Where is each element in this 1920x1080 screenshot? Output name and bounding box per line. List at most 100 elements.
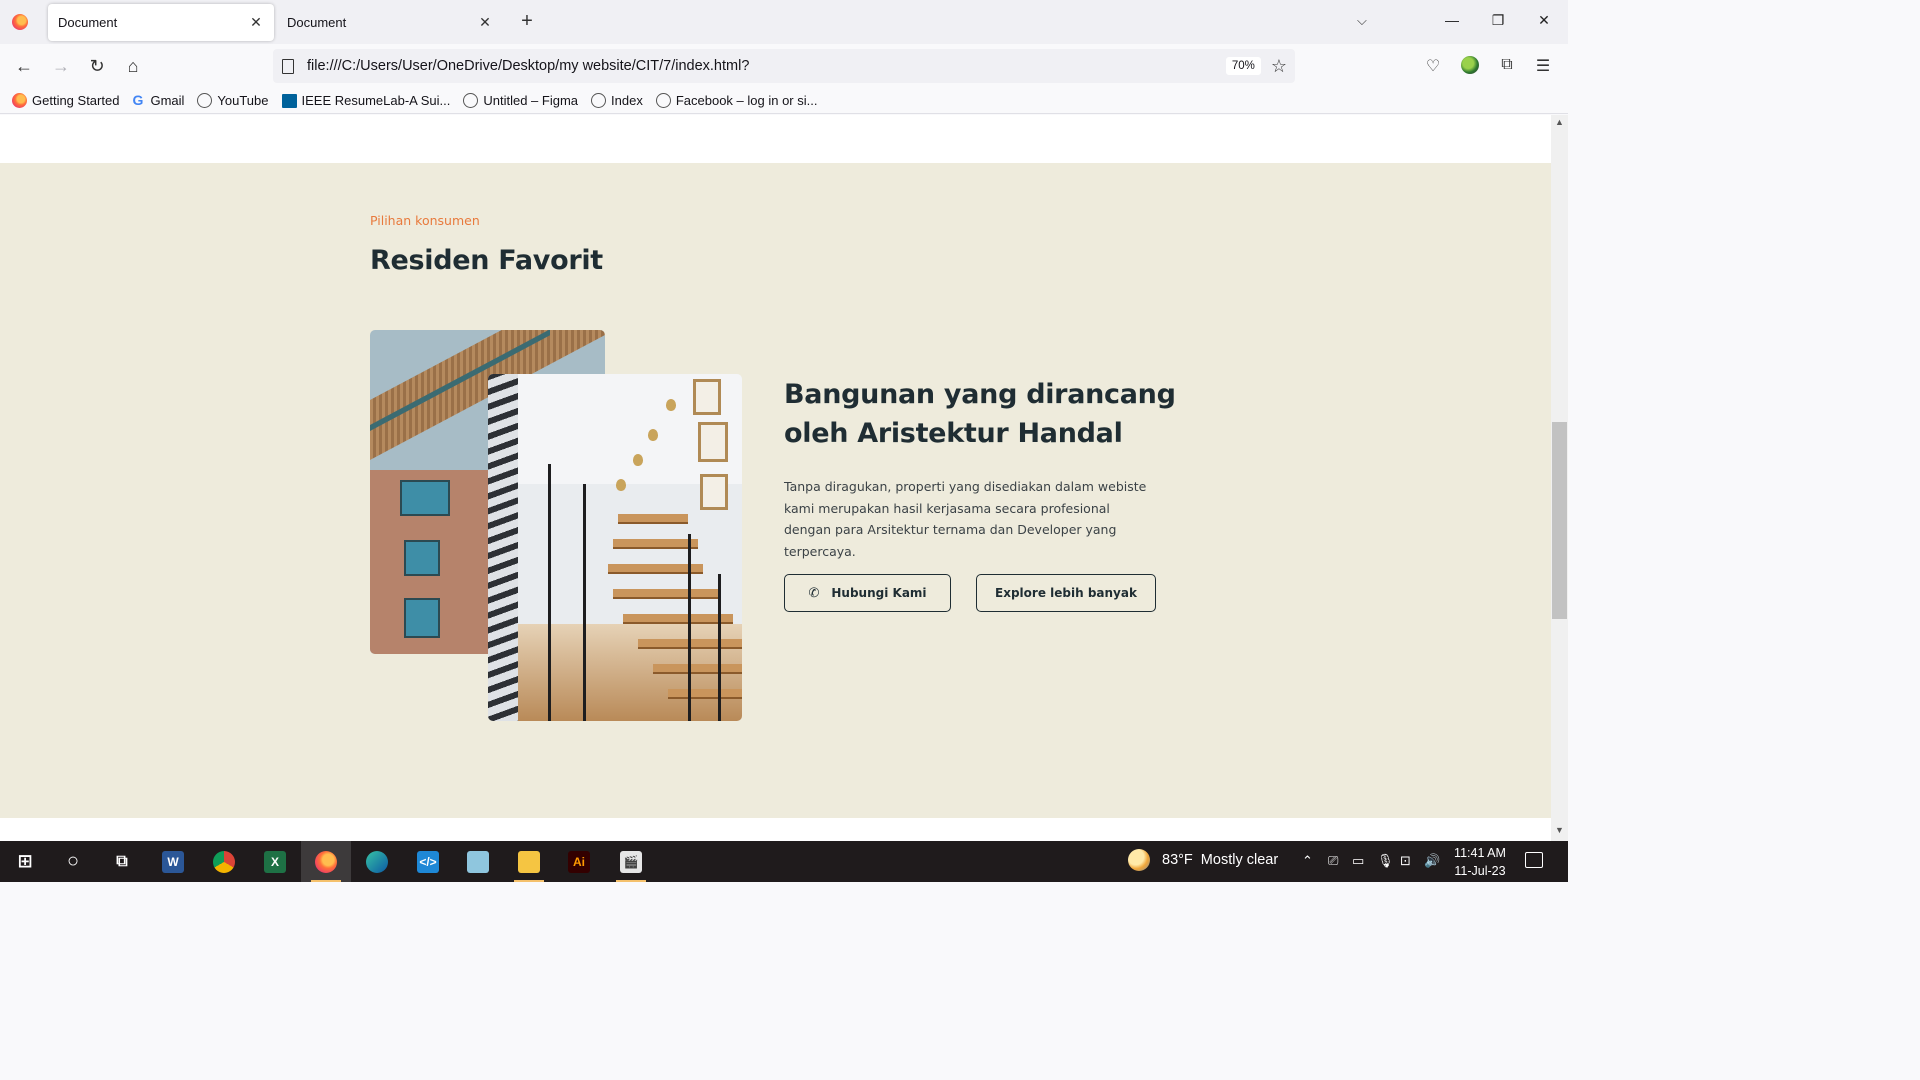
tab-title: Document (287, 15, 347, 30)
taskbar-video-editor[interactable]: 🎬 (606, 841, 656, 882)
clock-time: 11:41 AM (1454, 846, 1506, 860)
zoom-level[interactable]: 70% (1225, 57, 1261, 75)
new-tab-button[interactable]: + (515, 10, 539, 33)
network-icon[interactable]: ⊡ (1400, 853, 1411, 869)
search-button[interactable]: ○ (48, 841, 98, 882)
bookmark-youtube[interactable]: YouTube (197, 93, 269, 108)
firefox-icon (315, 850, 337, 873)
close-tab-icon[interactable]: ✕ (477, 14, 493, 31)
stair-railing (718, 574, 721, 721)
windows-taskbar: ⊞ ○ ⧉ W X </> Ai 🎬 83°F Mostly clear ⌃ ⎚… (0, 841, 1568, 882)
scroll-down-arrow-icon[interactable]: ▼ (1551, 825, 1568, 839)
bookmark-label: Gmail (150, 93, 185, 108)
contact-button[interactable]: ✆ Hubungi Kami (784, 574, 951, 612)
chevron-up-icon[interactable]: ⌃ (1302, 853, 1313, 869)
bookmark-label: Getting Started (32, 93, 120, 108)
pendant-lamp (633, 454, 643, 466)
page-icon (282, 58, 294, 74)
back-button[interactable]: ← (13, 55, 35, 77)
bookmark-facebook[interactable]: Facebook – log in or si... (655, 93, 817, 108)
weather-widget[interactable]: 83°F Mostly clear (1128, 849, 1278, 871)
active-indicator (311, 880, 341, 882)
battery-icon[interactable]: ▭ (1352, 853, 1364, 869)
close-tab-icon[interactable]: ✕ (248, 14, 264, 31)
list-all-tabs-icon[interactable]: ⌵ (1357, 13, 1367, 29)
system-clock[interactable]: 11:41 AM 11-Jul-23 (1440, 844, 1520, 880)
navigation-bar: ← → ↻ ⌂ file:///C:/Users/User/OneDrive/D… (0, 44, 1568, 88)
tab-bar: Document ✕ Document ✕ + ⌵ — ❐ ✕ (0, 0, 1568, 44)
taskbar-word[interactable]: W (148, 841, 198, 882)
stair-step (653, 664, 742, 674)
taskbar-notepad[interactable] (453, 841, 503, 882)
address-bar[interactable]: file:///C:/Users/User/OneDrive/Desktop/m… (273, 49, 1295, 83)
edge-icon (366, 850, 388, 873)
patterned-wall (488, 374, 518, 721)
bookmark-label: IEEE ResumeLab-A Sui... (301, 93, 451, 108)
bookmark-star-icon[interactable]: ☆ (1271, 56, 1287, 77)
firefox-icon[interactable] (12, 14, 28, 30)
clock-date: 11-Jul-23 (1454, 864, 1506, 878)
volume-icon[interactable]: 🔊 (1424, 853, 1440, 869)
scroll-up-arrow-icon[interactable]: ▲ (1551, 117, 1568, 131)
bookmark-label: YouTube (217, 93, 269, 108)
menu-icon[interactable]: ☰ (1532, 56, 1554, 76)
minimize-button[interactable]: — (1442, 12, 1462, 28)
start-button[interactable]: ⊞ (0, 841, 50, 882)
extensions-icon[interactable]: ⧉ (1496, 56, 1518, 74)
scrollbar-thumb[interactable] (1552, 422, 1567, 619)
taskbar-illustrator[interactable]: Ai (554, 841, 604, 882)
url-text[interactable]: file:///C:/Users/User/OneDrive/Desktop/m… (307, 58, 1226, 74)
tab-document-active[interactable]: Document ✕ (48, 4, 274, 41)
stair-step (613, 539, 698, 549)
microphone-icon[interactable]: 🎙 (1377, 853, 1394, 869)
bookmark-index[interactable]: Index (591, 93, 643, 108)
tab-document[interactable]: Document ✕ (277, 4, 503, 41)
phone-icon: ✆ (808, 585, 820, 601)
taskbar-vscode[interactable]: </> (403, 841, 453, 882)
feature-description: Tanpa diragukan, properti yang disediaka… (784, 479, 1147, 559)
taskbar-excel[interactable]: X (250, 841, 300, 882)
taskbar-chrome[interactable] (199, 841, 249, 882)
task-view-button[interactable]: ⧉ (97, 841, 147, 882)
restore-button[interactable]: ❐ (1488, 12, 1508, 29)
google-icon: G (132, 92, 144, 108)
picture-frame (700, 474, 728, 510)
window (400, 480, 450, 516)
globe-icon (591, 93, 607, 108)
taskbar-edge[interactable] (352, 841, 402, 882)
favorite-residence-section: Pilihan konsumen Residen Favorit Banguna… (0, 163, 1551, 818)
vertical-scrollbar[interactable]: ▲ ▼ (1551, 115, 1568, 841)
clapper-icon: 🎬 (620, 850, 642, 873)
pocket-icon[interactable]: ♡ (1422, 56, 1444, 76)
close-window-button[interactable]: ✕ (1534, 12, 1554, 29)
bookmark-getting-started[interactable]: Getting Started (12, 93, 119, 108)
stair-step (618, 514, 688, 524)
folder-icon (518, 850, 540, 873)
bookmark-gmail[interactable]: G Gmail (132, 92, 185, 109)
home-button[interactable]: ⌂ (122, 55, 144, 77)
vscode-icon: </> (417, 850, 439, 873)
forward-button[interactable]: → (50, 55, 72, 77)
stair-railing (583, 484, 586, 721)
reload-button[interactable]: ↻ (86, 55, 108, 77)
explore-button[interactable]: Explore lebih banyak (976, 574, 1156, 612)
bookmark-label: Index (611, 93, 643, 108)
bookmark-figma[interactable]: Untitled – Figma (463, 93, 578, 108)
stair-step (623, 614, 733, 624)
globe-icon (197, 93, 213, 108)
taskbar-firefox[interactable] (301, 841, 351, 882)
globe-icon (655, 93, 671, 108)
bookmark-ieee[interactable]: IEEE ResumeLab-A Sui... (281, 93, 451, 108)
account-avatar[interactable] (1461, 56, 1479, 74)
meet-now-icon[interactable]: ⎚ (1328, 853, 1338, 869)
excel-icon: X (264, 850, 286, 873)
window (404, 598, 440, 638)
stair-step (613, 589, 718, 599)
illustrator-icon: Ai (568, 850, 590, 873)
notification-center-icon[interactable] (1525, 852, 1543, 868)
moon-cloud-icon (1128, 849, 1150, 871)
picture-frame (693, 379, 721, 415)
bookmark-label: Untitled – Figma (483, 93, 579, 108)
feature-title: Bangunan yang dirancang oleh Aristektur … (784, 379, 1176, 449)
taskbar-file-explorer[interactable] (504, 841, 554, 882)
